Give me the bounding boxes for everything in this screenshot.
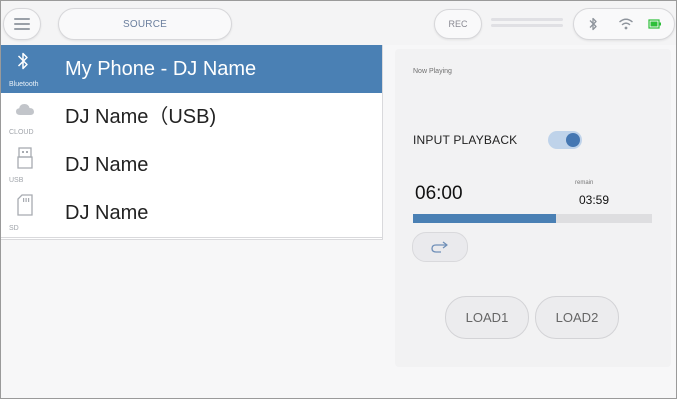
battery-icon bbox=[648, 19, 661, 29]
sd-card-icon bbox=[17, 194, 33, 216]
source-button[interactable]: SOURCE bbox=[58, 8, 232, 40]
hamburger-menu-icon bbox=[14, 18, 30, 30]
source-item-usb[interactable]: USB DJ Name bbox=[1, 141, 382, 190]
progress-bar[interactable] bbox=[413, 214, 652, 223]
source-list: Bluetooth My Phone - DJ Name CLOUD DJ Na… bbox=[1, 45, 383, 240]
progress-fill bbox=[413, 214, 557, 223]
load1-button[interactable]: LOAD1 bbox=[445, 296, 529, 339]
input-playback-toggle[interactable] bbox=[548, 131, 582, 149]
remain-time: 03:59 bbox=[579, 193, 610, 207]
input-playback-label: INPUT PLAYBACK bbox=[413, 133, 518, 147]
loop-button[interactable] bbox=[412, 232, 468, 262]
now-playing-title: Now Playing bbox=[413, 68, 452, 75]
source-name: DJ Name bbox=[65, 202, 149, 224]
source-item-bluetooth[interactable]: Bluetooth My Phone - DJ Name bbox=[1, 45, 382, 94]
app-window: SOURCE REC Bluetooth My Phone - DJ Name … bbox=[0, 0, 677, 399]
remain-label: remain bbox=[575, 180, 594, 186]
usb-icon bbox=[17, 147, 33, 169]
source-caption: SD bbox=[9, 225, 19, 232]
bluetooth-icon bbox=[589, 17, 597, 31]
source-item-sd[interactable]: SD DJ Name bbox=[1, 189, 382, 238]
cloud-icon bbox=[16, 104, 34, 115]
source-caption: Bluetooth bbox=[9, 81, 39, 88]
source-name: DJ Name bbox=[65, 154, 149, 176]
rec-button[interactable]: REC bbox=[434, 9, 482, 39]
source-caption: USB bbox=[9, 177, 24, 184]
wifi-icon bbox=[619, 18, 633, 30]
level-meter bbox=[491, 18, 563, 30]
source-item-cloud[interactable]: CLOUD DJ Name（USB) bbox=[1, 93, 382, 142]
source-name: DJ Name（USB) bbox=[65, 106, 217, 128]
top-bar: SOURCE REC bbox=[1, 1, 676, 45]
load2-button[interactable]: LOAD2 bbox=[535, 296, 619, 339]
elapsed-time: 06:00 bbox=[415, 183, 463, 204]
toggle-knob bbox=[566, 133, 580, 147]
loop-arrow-icon bbox=[431, 241, 448, 253]
source-caption: CLOUD bbox=[9, 129, 34, 136]
bluetooth-icon bbox=[17, 52, 28, 70]
status-indicators bbox=[573, 8, 675, 40]
menu-button[interactable] bbox=[3, 8, 41, 40]
source-name: My Phone - DJ Name bbox=[65, 58, 257, 80]
now-playing-panel: Now Playing INPUT PLAYBACK 06:00 remain … bbox=[395, 49, 671, 367]
